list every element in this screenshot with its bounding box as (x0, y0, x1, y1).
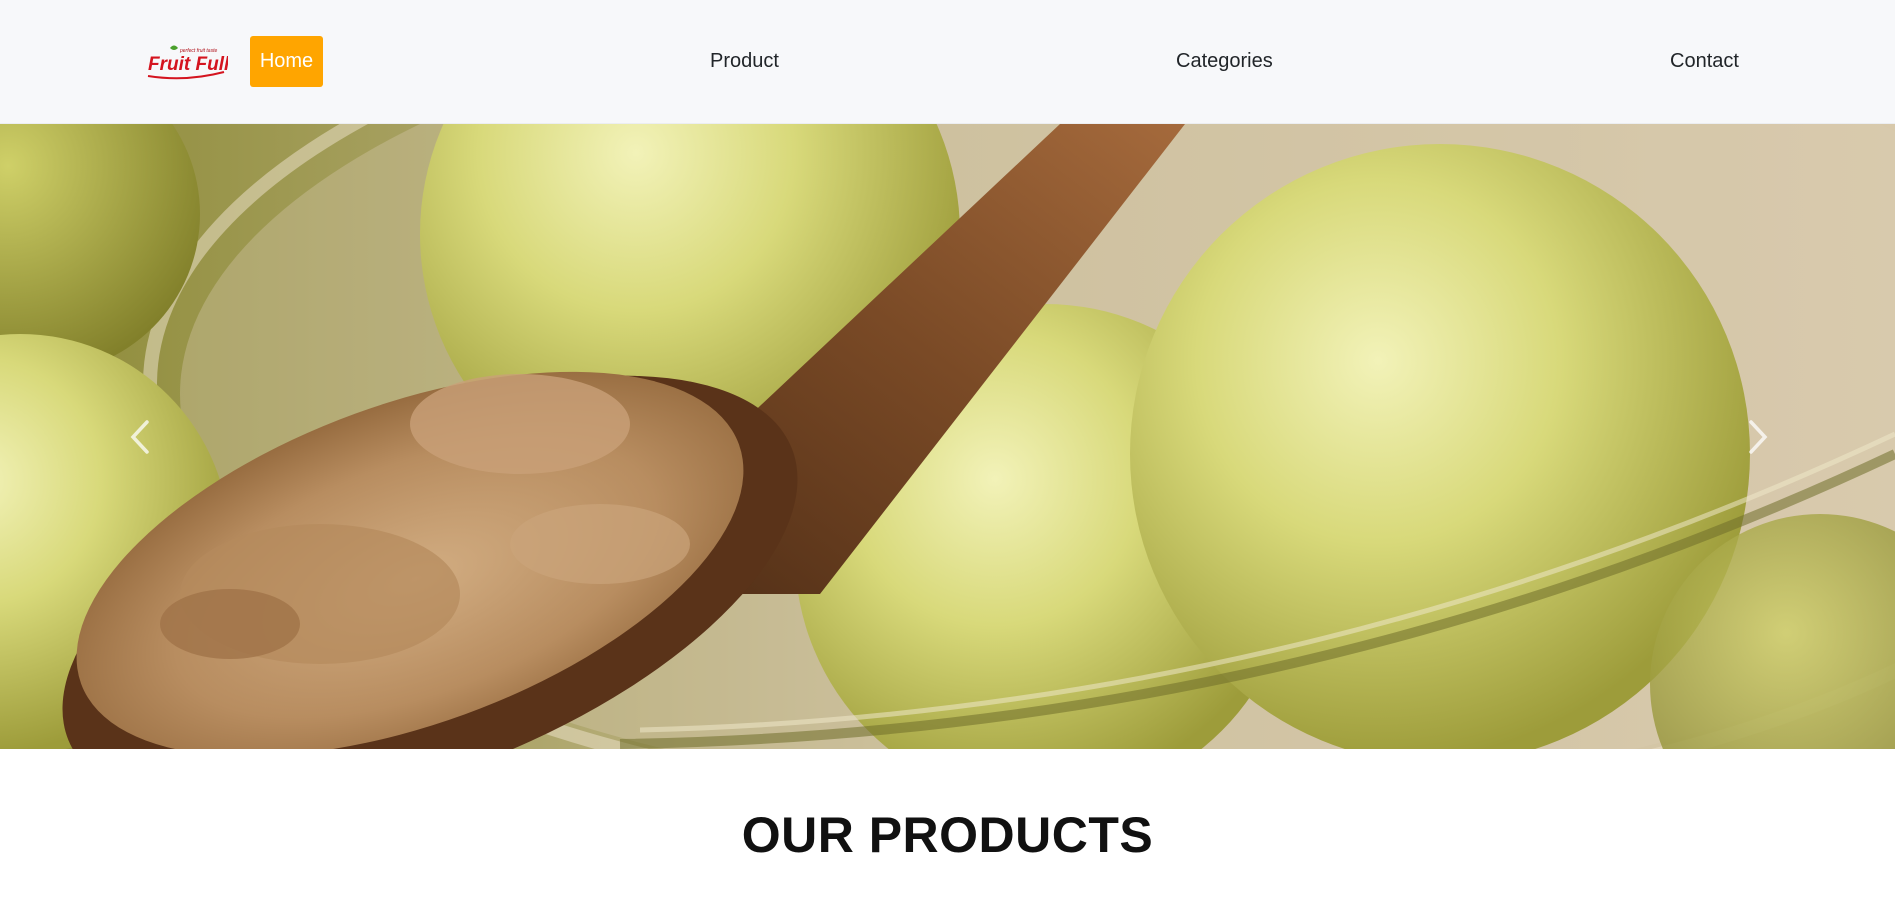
logo-text: Fruit Full (148, 54, 228, 75)
nav-link-contact[interactable]: Contact (1670, 50, 1739, 73)
nav-link-product[interactable]: Product (710, 50, 779, 73)
top-navbar: Fruit Full perfect fruit taste Home Prod… (0, 0, 1895, 124)
nav-link-categories[interactable]: Categories (1176, 50, 1273, 73)
chevron-left-icon (130, 419, 149, 454)
brand-logo-graphic: Fruit Full perfect fruit taste (147, 45, 228, 80)
hero-carousel (0, 124, 1895, 749)
brand-logo[interactable]: Fruit Full perfect fruit taste (146, 42, 228, 84)
carousel-next-button[interactable] (1688, 124, 1828, 749)
carousel-slide-image (0, 124, 1895, 749)
chevron-right-icon (1749, 419, 1768, 454)
products-heading: OUR PRODUCTS (741, 807, 1154, 863)
carousel-prev-button[interactable] (70, 124, 210, 749)
logo-tagline: perfect fruit taste (179, 48, 217, 54)
nav-home-button[interactable]: Home (250, 36, 323, 87)
